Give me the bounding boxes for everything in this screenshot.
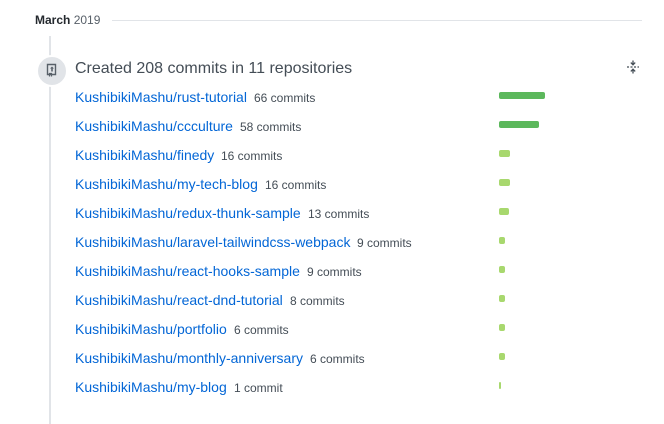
month-divider	[112, 20, 642, 21]
commit-bar	[499, 92, 545, 99]
commit-count: 16 commits	[265, 178, 327, 192]
commit-count: 16 commits	[221, 149, 283, 163]
repo-link[interactable]: KushibikiMashu/monthly-anniversary	[75, 349, 303, 367]
list-item: KushibikiMashu/react-dnd-tutorial 8 commi…	[75, 289, 575, 318]
repo-link[interactable]: KushibikiMashu/portfolio	[75, 320, 227, 338]
fold-icon	[626, 60, 640, 79]
list-item: KushibikiMashu/finedy 16 commits	[75, 144, 575, 173]
repo-link[interactable]: KushibikiMashu/react-dnd-tutorial	[75, 291, 283, 309]
commit-bar-track	[499, 179, 549, 186]
list-item: KushibikiMashu/laravel-tailwindcss-webpa…	[75, 231, 575, 260]
commit-bar	[499, 382, 501, 389]
commit-bar	[499, 353, 505, 360]
commit-count: 8 commits	[290, 294, 345, 308]
repo-link[interactable]: KushibikiMashu/ccculture	[75, 117, 233, 135]
commit-bar	[499, 208, 509, 215]
commit-bar-track	[499, 208, 549, 215]
repo-link[interactable]: KushibikiMashu/finedy	[75, 146, 214, 164]
repository-list: KushibikiMashu/rust-tutorial 66 commits Ku…	[75, 86, 575, 405]
timeline-badge	[36, 55, 68, 87]
commit-bar-track	[499, 237, 549, 244]
list-item: KushibikiMashu/my-blog 1 commit	[75, 376, 575, 405]
list-item: KushibikiMashu/react-hooks-sample 9 commi…	[75, 260, 575, 289]
commit-bar	[499, 237, 505, 244]
commit-count: 58 commits	[240, 120, 302, 134]
collapse-toggle-button[interactable]	[624, 60, 642, 78]
commit-count: 6 commits	[234, 323, 289, 337]
list-item: KushibikiMashu/monthly-anniversary 6 comm…	[75, 347, 575, 376]
commit-bar	[499, 266, 505, 273]
timeline-line	[49, 36, 51, 424]
list-item: KushibikiMashu/rust-tutorial 66 commits	[75, 86, 575, 115]
list-item: KushibikiMashu/ccculture 58 commits	[75, 115, 575, 144]
summary-title: Created 208 commits in 11 repositories	[75, 60, 353, 77]
commit-count: 13 commits	[308, 207, 370, 221]
commit-bar-track	[499, 382, 549, 389]
commit-bar	[499, 295, 505, 302]
commit-bar	[499, 179, 510, 186]
commit-count: 66 commits	[254, 91, 316, 105]
commit-count: 9 commits	[307, 265, 362, 279]
commit-bar	[499, 324, 505, 331]
commit-count: 1 commit	[234, 381, 283, 395]
commit-bar-track	[499, 92, 549, 99]
year-label: 2019	[73, 13, 101, 27]
list-item: KushibikiMashu/portfolio 6 commits	[75, 318, 575, 347]
commit-count: 6 commits	[310, 352, 365, 366]
list-item: KushibikiMashu/my-tech-blog 16 commits	[75, 173, 575, 202]
commit-bar	[499, 150, 510, 157]
month-label: March	[35, 13, 71, 27]
commit-bar-track	[499, 266, 549, 273]
commit-bar-track	[499, 150, 549, 157]
list-item: KushibikiMashu/redux-thunk-sample 13 comm…	[75, 202, 575, 231]
repo-push-icon	[45, 63, 59, 79]
commit-count: 9 commits	[357, 236, 412, 250]
commit-bar-track	[499, 121, 549, 128]
repo-link[interactable]: KushibikiMashu/my-tech-blog	[75, 175, 258, 193]
repo-link[interactable]: KushibikiMashu/rust-tutorial	[75, 88, 247, 106]
commit-bar-track	[499, 324, 549, 331]
commit-bar-track	[499, 295, 549, 302]
repo-link[interactable]: KushibikiMashu/react-hooks-sample	[75, 262, 300, 280]
commit-bar	[499, 121, 539, 128]
commit-bar-track	[499, 353, 549, 360]
repo-link[interactable]: KushibikiMashu/laravel-tailwindcss-webpa…	[75, 233, 350, 251]
month-header: March 2019	[35, 12, 100, 28]
repo-link[interactable]: KushibikiMashu/my-blog	[75, 378, 227, 396]
repo-link[interactable]: KushibikiMashu/redux-thunk-sample	[75, 204, 301, 222]
